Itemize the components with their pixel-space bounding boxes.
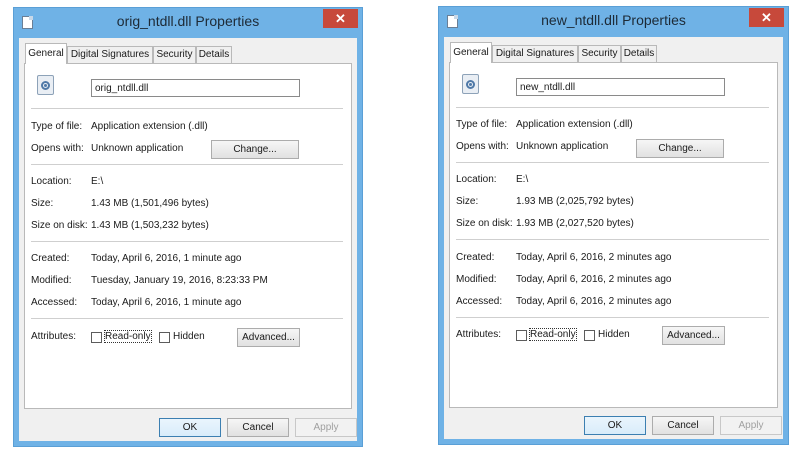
readonly-checkbox-box[interactable] bbox=[516, 330, 527, 341]
modified-value: Today, April 6, 2016, 2 minutes ago bbox=[516, 274, 672, 285]
separator bbox=[456, 107, 769, 108]
change-button[interactable]: Change... bbox=[211, 140, 299, 159]
readonly-label[interactable]: Read-only bbox=[104, 330, 152, 343]
change-button[interactable]: Change... bbox=[636, 139, 724, 158]
opens-with-value: Unknown application bbox=[91, 143, 184, 154]
modified-label: Modified: bbox=[31, 275, 72, 286]
accessed-label: Accessed: bbox=[31, 297, 78, 308]
close-button[interactable]: ✕ bbox=[323, 9, 358, 28]
general-panel: Type of file: Application extension (.dl… bbox=[24, 63, 352, 409]
advanced-button[interactable]: Advanced... bbox=[662, 326, 725, 345]
filename-input[interactable] bbox=[91, 79, 300, 97]
accessed-value: Today, April 6, 2016, 1 minute ago bbox=[91, 297, 242, 308]
dll-file-icon bbox=[37, 75, 54, 95]
separator bbox=[456, 317, 769, 318]
separator bbox=[31, 318, 343, 319]
title-bar[interactable]: orig_ntdll.dll Properties ✕ bbox=[14, 8, 362, 38]
size-value: 1.93 MB (2,025,792 bytes) bbox=[516, 196, 634, 207]
general-panel: Type of file: Application extension (.dl… bbox=[449, 62, 778, 408]
size-on-disk-label: Size on disk: bbox=[31, 220, 88, 231]
cancel-button[interactable]: Cancel bbox=[227, 418, 289, 437]
filename-input[interactable] bbox=[516, 78, 725, 96]
opens-with-label: Opens with: bbox=[31, 143, 84, 154]
location-label: Location: bbox=[456, 174, 497, 185]
accessed-value: Today, April 6, 2016, 2 minutes ago bbox=[516, 296, 672, 307]
accessed-label: Accessed: bbox=[456, 296, 503, 307]
modified-label: Modified: bbox=[456, 274, 497, 285]
size-on-disk-label: Size on disk: bbox=[456, 218, 513, 229]
hidden-checkbox-box[interactable] bbox=[159, 332, 170, 343]
dialog-client: General Digital Signatures Security Deta… bbox=[19, 38, 357, 441]
advanced-button[interactable]: Advanced... bbox=[237, 328, 300, 347]
window-title: orig_ntdll.dll Properties bbox=[116, 13, 260, 29]
tab-security[interactable]: Security bbox=[153, 46, 196, 63]
size-on-disk-value: 1.43 MB (1,503,232 bytes) bbox=[91, 220, 209, 231]
tab-details[interactable]: Details bbox=[621, 45, 657, 62]
tab-digital-signatures[interactable]: Digital Signatures bbox=[492, 45, 578, 62]
tab-general[interactable]: General bbox=[25, 43, 67, 64]
tab-general[interactable]: General bbox=[450, 42, 492, 63]
created-value: Today, April 6, 2016, 2 minutes ago bbox=[516, 252, 672, 263]
separator bbox=[31, 164, 343, 165]
document-icon bbox=[447, 15, 458, 28]
separator bbox=[31, 241, 343, 242]
size-label: Size: bbox=[31, 198, 54, 209]
size-on-disk-value: 1.93 MB (2,027,520 bytes) bbox=[516, 218, 634, 229]
readonly-label[interactable]: Read-only bbox=[529, 328, 577, 341]
properties-window-orig: orig_ntdll.dll Properties ✕ General Digi… bbox=[13, 7, 363, 447]
type-label: Type of file: bbox=[31, 121, 83, 132]
size-value: 1.43 MB (1,501,496 bytes) bbox=[91, 198, 209, 209]
dialog-client: General Digital Signatures Security Deta… bbox=[444, 37, 783, 439]
attributes-label: Attributes: bbox=[31, 331, 77, 342]
hidden-checkbox-box[interactable] bbox=[584, 330, 595, 341]
tab-security[interactable]: Security bbox=[578, 45, 621, 62]
hidden-label[interactable]: Hidden bbox=[173, 331, 205, 342]
created-label: Created: bbox=[456, 252, 495, 263]
opens-with-label: Opens with: bbox=[456, 141, 509, 152]
tab-digital-signatures[interactable]: Digital Signatures bbox=[67, 46, 153, 63]
type-label: Type of file: bbox=[456, 119, 508, 130]
apply-button[interactable]: Apply bbox=[295, 418, 357, 437]
location-label: Location: bbox=[31, 176, 72, 187]
created-label: Created: bbox=[31, 253, 70, 264]
size-label: Size: bbox=[456, 196, 479, 207]
type-value: Application extension (.dll) bbox=[516, 119, 633, 130]
location-value: E:\ bbox=[516, 174, 529, 185]
created-value: Today, April 6, 2016, 1 minute ago bbox=[91, 253, 242, 264]
separator bbox=[456, 162, 769, 163]
apply-button[interactable]: Apply bbox=[720, 416, 782, 435]
document-icon bbox=[22, 16, 33, 29]
hidden-label[interactable]: Hidden bbox=[598, 329, 630, 340]
title-bar[interactable]: new_ntdll.dll Properties ✕ bbox=[439, 7, 788, 37]
properties-window-new: new_ntdll.dll Properties ✕ General Digit… bbox=[438, 6, 789, 445]
ok-button[interactable]: OK bbox=[159, 418, 221, 437]
location-value: E:\ bbox=[91, 176, 104, 187]
dll-file-icon bbox=[462, 74, 479, 94]
tab-details[interactable]: Details bbox=[196, 46, 232, 63]
close-button[interactable]: ✕ bbox=[749, 8, 784, 27]
attributes-label: Attributes: bbox=[456, 329, 502, 340]
modified-value: Tuesday, January 19, 2016, 8:23:33 PM bbox=[91, 275, 268, 286]
type-value: Application extension (.dll) bbox=[91, 121, 208, 132]
readonly-checkbox-box[interactable] bbox=[91, 332, 102, 343]
ok-button[interactable]: OK bbox=[584, 416, 646, 435]
separator bbox=[31, 108, 343, 109]
opens-with-value: Unknown application bbox=[516, 141, 609, 152]
separator bbox=[456, 239, 769, 240]
window-title: new_ntdll.dll Properties bbox=[541, 12, 686, 28]
cancel-button[interactable]: Cancel bbox=[652, 416, 714, 435]
